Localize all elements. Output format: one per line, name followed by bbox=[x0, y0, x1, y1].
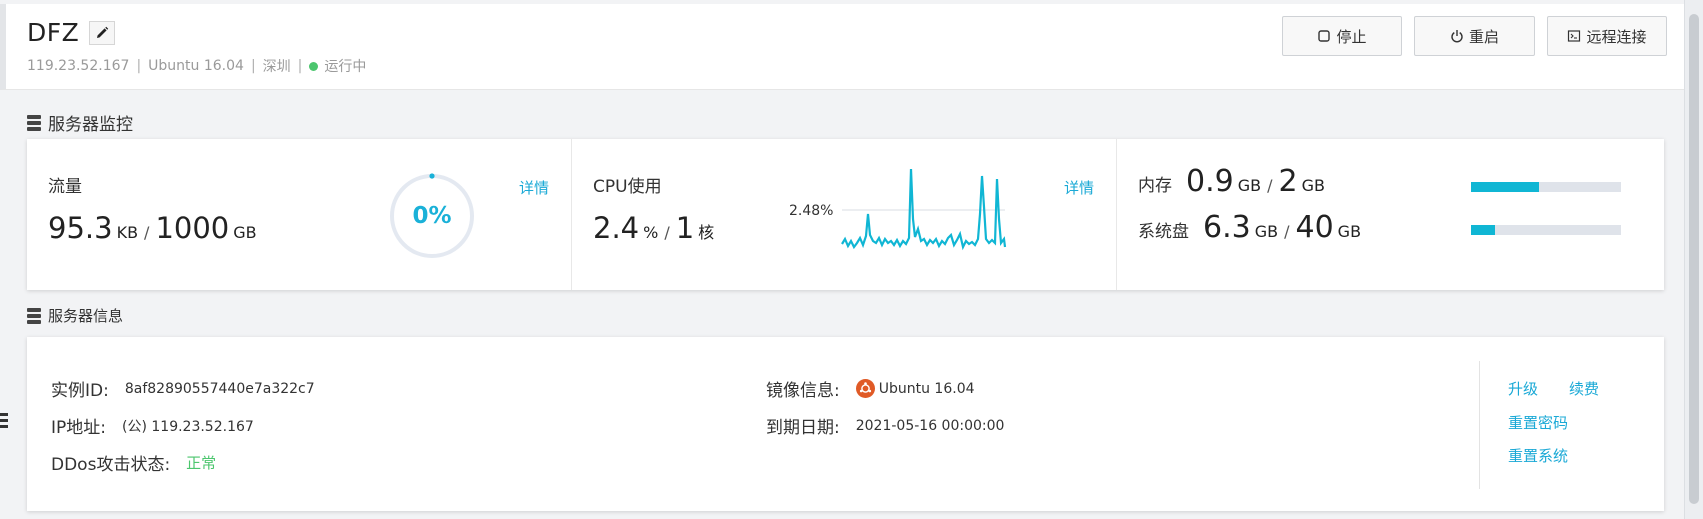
disk-usage-bar bbox=[1471, 225, 1621, 235]
traffic-total-unit: GB bbox=[233, 223, 257, 242]
stop-button[interactable]: 停止 bbox=[1282, 16, 1402, 56]
meta-separator: | bbox=[250, 58, 256, 74]
memory-row: 内存 0.9 GB / 2 GB bbox=[1138, 164, 1325, 199]
cpu-panel: CPU使用 2.4 % / 1 核 2.48% 详情 bbox=[572, 139, 1117, 290]
instance-id-value: 8af82890557440e7a322c7 bbox=[124, 380, 315, 397]
ip-label: IP地址: bbox=[51, 418, 106, 438]
remote-connect-label: 远程连接 bbox=[1586, 28, 1647, 46]
cpu-used-unit: % bbox=[643, 223, 659, 242]
remote-connect-button[interactable]: 远程连接 bbox=[1547, 16, 1667, 56]
server-meta: 119.23.52.167 | Ubuntu 16.04 | 深圳 | 运行中 bbox=[27, 56, 366, 76]
reset-system-link[interactable]: 重置系统 bbox=[1508, 445, 1568, 466]
cpu-detail-link[interactable]: 详情 bbox=[1064, 177, 1094, 198]
upgrade-link[interactable]: 升级 bbox=[1508, 378, 1538, 399]
cpu-cores: 1 bbox=[675, 211, 695, 245]
monitor-section-label: 服务器监控 bbox=[48, 115, 133, 135]
traffic-detail-link[interactable]: 详情 bbox=[519, 177, 549, 198]
traffic-gauge-percent: 0% bbox=[412, 203, 452, 229]
stop-icon bbox=[1318, 30, 1331, 42]
reset-password-link[interactable]: 重置密码 bbox=[1508, 412, 1568, 433]
traffic-label: 流量 bbox=[48, 177, 82, 197]
cpu-reference-label: 2.48% bbox=[789, 203, 833, 219]
cpu-label: CPU使用 bbox=[593, 177, 662, 197]
edit-name-button[interactable] bbox=[89, 20, 116, 45]
ddos-status: 正常 bbox=[186, 454, 217, 472]
disk-used: 6.3 bbox=[1203, 210, 1251, 245]
edit-icon bbox=[97, 26, 109, 38]
ip-value: (公) 119.23.52.167 bbox=[122, 418, 254, 435]
server-region: 深圳 bbox=[262, 59, 291, 75]
server-stack-icon bbox=[27, 114, 41, 131]
server-ip: 119.23.52.167 bbox=[27, 58, 130, 74]
value-separator: / bbox=[1267, 176, 1273, 195]
memory-used: 0.9 bbox=[1186, 164, 1234, 199]
server-name: DFZ bbox=[27, 18, 80, 47]
image-row: 镜像信息: Ubuntu 16.04 bbox=[766, 376, 975, 401]
value-separator: / bbox=[664, 223, 670, 242]
disk-label: 系统盘 bbox=[1138, 222, 1189, 242]
meta-separator: | bbox=[297, 58, 303, 74]
traffic-used-unit: KB bbox=[116, 223, 139, 242]
ip-row: IP地址: (公) 119.23.52.167 bbox=[51, 413, 254, 438]
meta-separator: | bbox=[136, 58, 142, 74]
power-icon bbox=[1451, 30, 1463, 43]
memory-usage-fill bbox=[1471, 182, 1539, 192]
disk-usage-fill bbox=[1471, 225, 1495, 235]
disk-total-unit: GB bbox=[1337, 222, 1362, 241]
status-dot-icon bbox=[309, 61, 319, 71]
ops-divider bbox=[1479, 361, 1480, 489]
restart-button[interactable]: 重启 bbox=[1414, 16, 1535, 56]
memory-usage-bar bbox=[1471, 182, 1621, 192]
ddos-row: DDos攻击状态: 正常 bbox=[51, 450, 216, 475]
server-header: DFZ 119.23.52.167 | Ubuntu 16.04 | 深圳 | … bbox=[0, 4, 1684, 90]
traffic-value: 95.3 KB / 1000 GB bbox=[48, 211, 257, 245]
server-status: 运行中 bbox=[324, 59, 367, 75]
memory-total-unit: GB bbox=[1301, 176, 1325, 195]
info-card: 实例ID: 8af82890557440e7a322c7 IP地址: (公) 1… bbox=[27, 337, 1664, 511]
header-actions: 停止 重启 远程连接 bbox=[1282, 16, 1667, 56]
memory-used-unit: GB bbox=[1237, 176, 1262, 195]
instance-id-row: 实例ID: 8af82890557440e7a322c7 bbox=[51, 376, 315, 402]
traffic-panel: 流量 95.3 KB / 1000 GB 0% 详情 bbox=[27, 139, 572, 290]
memory-label: 内存 bbox=[1138, 176, 1172, 196]
restart-label: 重启 bbox=[1468, 28, 1499, 46]
memory-disk-panel: 内存 0.9 GB / 2 GB 系统盘 6.3 GB / 40 GB bbox=[1117, 139, 1664, 290]
server-os: Ubuntu 16.04 bbox=[148, 58, 244, 74]
expire-label: 到期日期: bbox=[766, 418, 840, 438]
server-stack-icon bbox=[27, 307, 41, 324]
instance-id-label: 实例ID: bbox=[51, 381, 109, 401]
value-separator: / bbox=[144, 223, 150, 242]
side-menu-handle-icon[interactable] bbox=[0, 413, 8, 428]
page-scrollbar[interactable] bbox=[1684, 0, 1703, 519]
info-section-label: 服务器信息 bbox=[48, 307, 124, 325]
value-separator: / bbox=[1284, 222, 1290, 241]
cpu-value: 2.4 % / 1 核 bbox=[593, 211, 714, 245]
stop-label: 停止 bbox=[1336, 28, 1367, 46]
ddos-label: DDos攻击状态: bbox=[51, 455, 171, 475]
disk-used-unit: GB bbox=[1254, 222, 1279, 241]
expire-value: 2021-05-16 00:00:00 bbox=[855, 417, 1005, 434]
title-row: DFZ bbox=[27, 18, 116, 47]
traffic-total: 1000 bbox=[155, 211, 230, 245]
cpu-cores-unit: 核 bbox=[698, 223, 715, 242]
monitor-section-title: 服务器监控 bbox=[27, 110, 133, 135]
disk-total: 40 bbox=[1295, 210, 1334, 245]
expire-row: 到期日期: 2021-05-16 00:00:00 bbox=[766, 413, 1005, 439]
terminal-icon bbox=[1568, 30, 1581, 42]
memory-total: 2 bbox=[1278, 164, 1298, 199]
ubuntu-icon bbox=[855, 379, 875, 398]
monitor-card: 流量 95.3 KB / 1000 GB 0% 详情 CPU使用 2.4 % /… bbox=[27, 139, 1664, 290]
scrollbar-thumb[interactable] bbox=[1689, 14, 1699, 504]
traffic-used: 95.3 bbox=[48, 211, 113, 245]
cpu-sparkline: 2.48% bbox=[789, 168, 1007, 251]
cpu-used: 2.4 bbox=[593, 211, 640, 245]
info-section-title: 服务器信息 bbox=[27, 305, 123, 326]
image-value: Ubuntu 16.04 bbox=[878, 380, 975, 397]
image-label: 镜像信息: bbox=[766, 381, 840, 401]
disk-row: 系统盘 6.3 GB / 40 GB bbox=[1138, 210, 1361, 245]
renew-link[interactable]: 续费 bbox=[1569, 378, 1599, 399]
